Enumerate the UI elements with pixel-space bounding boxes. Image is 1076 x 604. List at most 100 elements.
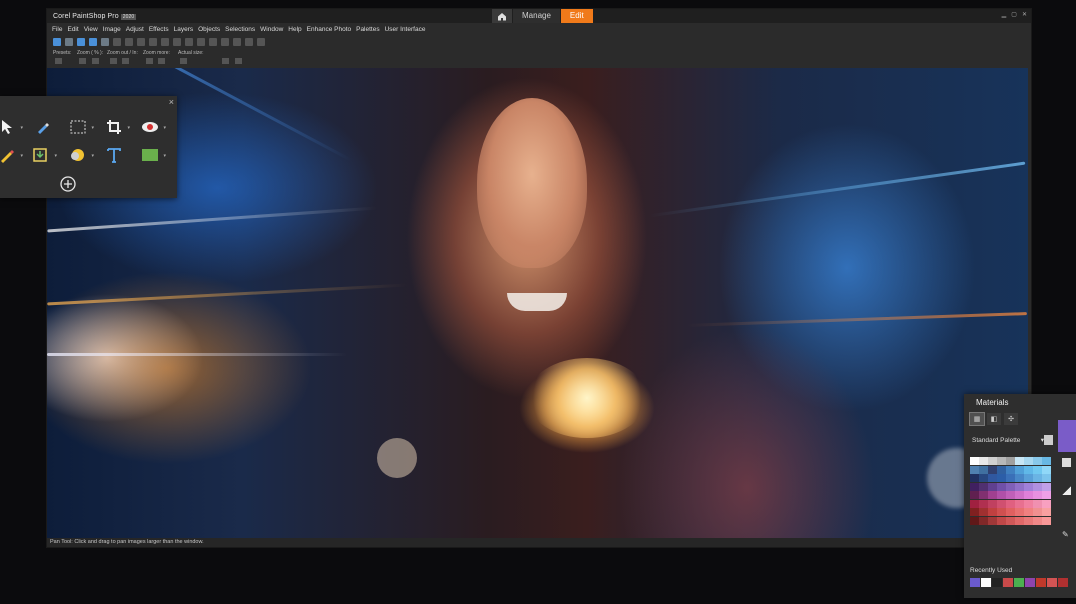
color-swatch[interactable] (1006, 499, 1015, 508)
home-tab-button[interactable] (492, 9, 512, 23)
chevron-down-icon[interactable]: ▾ (163, 125, 166, 131)
color-swatch[interactable] (1015, 474, 1024, 482)
zoom-out-button[interactable] (110, 58, 117, 64)
cut-icon[interactable] (125, 38, 133, 46)
tab-manage[interactable]: Manage (513, 9, 560, 23)
zoom-in-icon[interactable] (209, 38, 217, 46)
transparent-toggle-icon[interactable] (1062, 486, 1071, 495)
crop-tool-button[interactable]: ▾ (103, 116, 130, 138)
actual-size-icon[interactable] (245, 38, 253, 46)
recent-color-swatch[interactable] (1058, 578, 1068, 587)
color-swatch[interactable] (1024, 457, 1033, 465)
minimize-icon[interactable]: ▁ (1002, 11, 1007, 18)
color-swatch[interactable] (1033, 474, 1042, 482)
color-swatch[interactable] (1024, 474, 1033, 482)
menu-objects[interactable]: Objects (198, 26, 220, 33)
menu-enhance-photo[interactable]: Enhance Photo (307, 26, 351, 33)
color-swatch[interactable] (997, 516, 1006, 525)
color-swatch[interactable] (1015, 465, 1024, 474)
color-swatch[interactable] (970, 516, 979, 525)
color-swatch[interactable] (1042, 499, 1051, 508)
menu-view[interactable]: View (84, 26, 98, 33)
color-swatch[interactable] (970, 499, 979, 508)
chevron-down-icon[interactable]: ▾ (127, 125, 130, 131)
color-swatch[interactable] (979, 491, 988, 499)
color-swatch[interactable] (970, 465, 979, 474)
zoom-more-out-button[interactable] (146, 58, 153, 64)
color-swatch[interactable] (997, 457, 1006, 465)
chevron-down-icon[interactable]: ▾ (91, 153, 94, 159)
color-swatch[interactable] (1042, 482, 1051, 491)
color-swatch[interactable] (1024, 491, 1033, 499)
color-swatch[interactable] (1015, 516, 1024, 525)
color-replacer-tool-button[interactable]: ▾ (67, 144, 94, 166)
recent-color-swatch[interactable] (1003, 578, 1013, 587)
recent-color-swatch[interactable] (1047, 578, 1057, 587)
selection-tool-button[interactable]: ▾ (67, 116, 94, 138)
chevron-down-icon[interactable]: ▾ (54, 153, 57, 159)
menu-file[interactable]: File (52, 26, 62, 33)
menu-window[interactable]: Window (260, 26, 283, 33)
zoom-more-in-button[interactable] (158, 58, 165, 64)
chevron-down-icon[interactable]: ▾ (91, 125, 94, 131)
eyedropper-tool-button[interactable] (32, 116, 54, 138)
undo-icon[interactable] (161, 38, 169, 46)
tab-color-wheel[interactable]: ✣ (1004, 413, 1018, 425)
close-icon[interactable]: ✕ (1022, 11, 1027, 18)
color-swatch[interactable] (979, 499, 988, 508)
color-swatch[interactable] (997, 508, 1006, 516)
color-swatch[interactable] (1015, 491, 1024, 499)
color-swatch[interactable] (997, 499, 1006, 508)
color-swatch[interactable] (970, 482, 979, 491)
color-swatch[interactable] (988, 491, 997, 499)
menu-effects[interactable]: Effects (149, 26, 169, 33)
recent-color-swatch[interactable] (1036, 578, 1046, 587)
color-swatch[interactable] (988, 508, 997, 516)
color-swatch[interactable] (1042, 474, 1051, 482)
color-swatch[interactable] (979, 516, 988, 525)
color-swatch[interactable] (1024, 482, 1033, 491)
color-swatch[interactable] (988, 482, 997, 491)
color-swatch[interactable] (997, 474, 1006, 482)
menu-edit[interactable]: Edit (67, 26, 78, 33)
menu-selections[interactable]: Selections (225, 26, 255, 33)
new-file-icon[interactable] (53, 38, 61, 46)
palette-options-icon[interactable] (1044, 435, 1053, 445)
close-icon[interactable]: × (169, 97, 174, 107)
color-swatch[interactable] (1042, 457, 1051, 465)
image-canvas[interactable] (47, 68, 1028, 538)
color-swatch[interactable] (1033, 508, 1042, 516)
color-swatch[interactable] (979, 474, 988, 482)
red-eye-tool-button[interactable]: ▾ (139, 116, 166, 138)
menu-layers[interactable]: Layers (174, 26, 194, 33)
tab-edit[interactable]: Edit (560, 9, 593, 23)
zoom-in-button[interactable] (122, 58, 129, 64)
color-swatch[interactable] (1015, 508, 1024, 516)
recent-color-swatch[interactable] (1014, 578, 1024, 587)
zoom-percent-stepper[interactable] (92, 58, 99, 64)
color-swatch[interactable] (988, 457, 997, 465)
color-swatch[interactable] (1024, 465, 1033, 474)
color-swatch[interactable] (1033, 516, 1042, 525)
open-icon[interactable] (77, 38, 85, 46)
color-swatch[interactable] (1024, 516, 1033, 525)
color-swatch[interactable] (1033, 465, 1042, 474)
save-icon[interactable] (89, 38, 97, 46)
color-swatch[interactable] (970, 491, 979, 499)
color-swatch[interactable] (1042, 516, 1051, 525)
color-swatch[interactable] (1006, 508, 1015, 516)
add-tool-button[interactable] (57, 173, 79, 195)
arrange-icon[interactable] (257, 38, 265, 46)
text-tool-button[interactable] (103, 144, 125, 166)
option-button-a[interactable] (222, 58, 229, 64)
color-swatch[interactable] (979, 465, 988, 474)
presets-dropdown[interactable] (55, 58, 62, 64)
color-swatch[interactable] (1024, 499, 1033, 508)
pick-tool-button[interactable]: ▾ (0, 116, 23, 138)
color-swatch[interactable] (979, 457, 988, 465)
color-swatch[interactable] (1015, 457, 1024, 465)
menu-help[interactable]: Help (288, 26, 301, 33)
clone-tool-button[interactable]: ▾ (30, 144, 57, 166)
swap-colors-icon[interactable] (1062, 458, 1071, 467)
menu-image[interactable]: Image (103, 26, 121, 33)
